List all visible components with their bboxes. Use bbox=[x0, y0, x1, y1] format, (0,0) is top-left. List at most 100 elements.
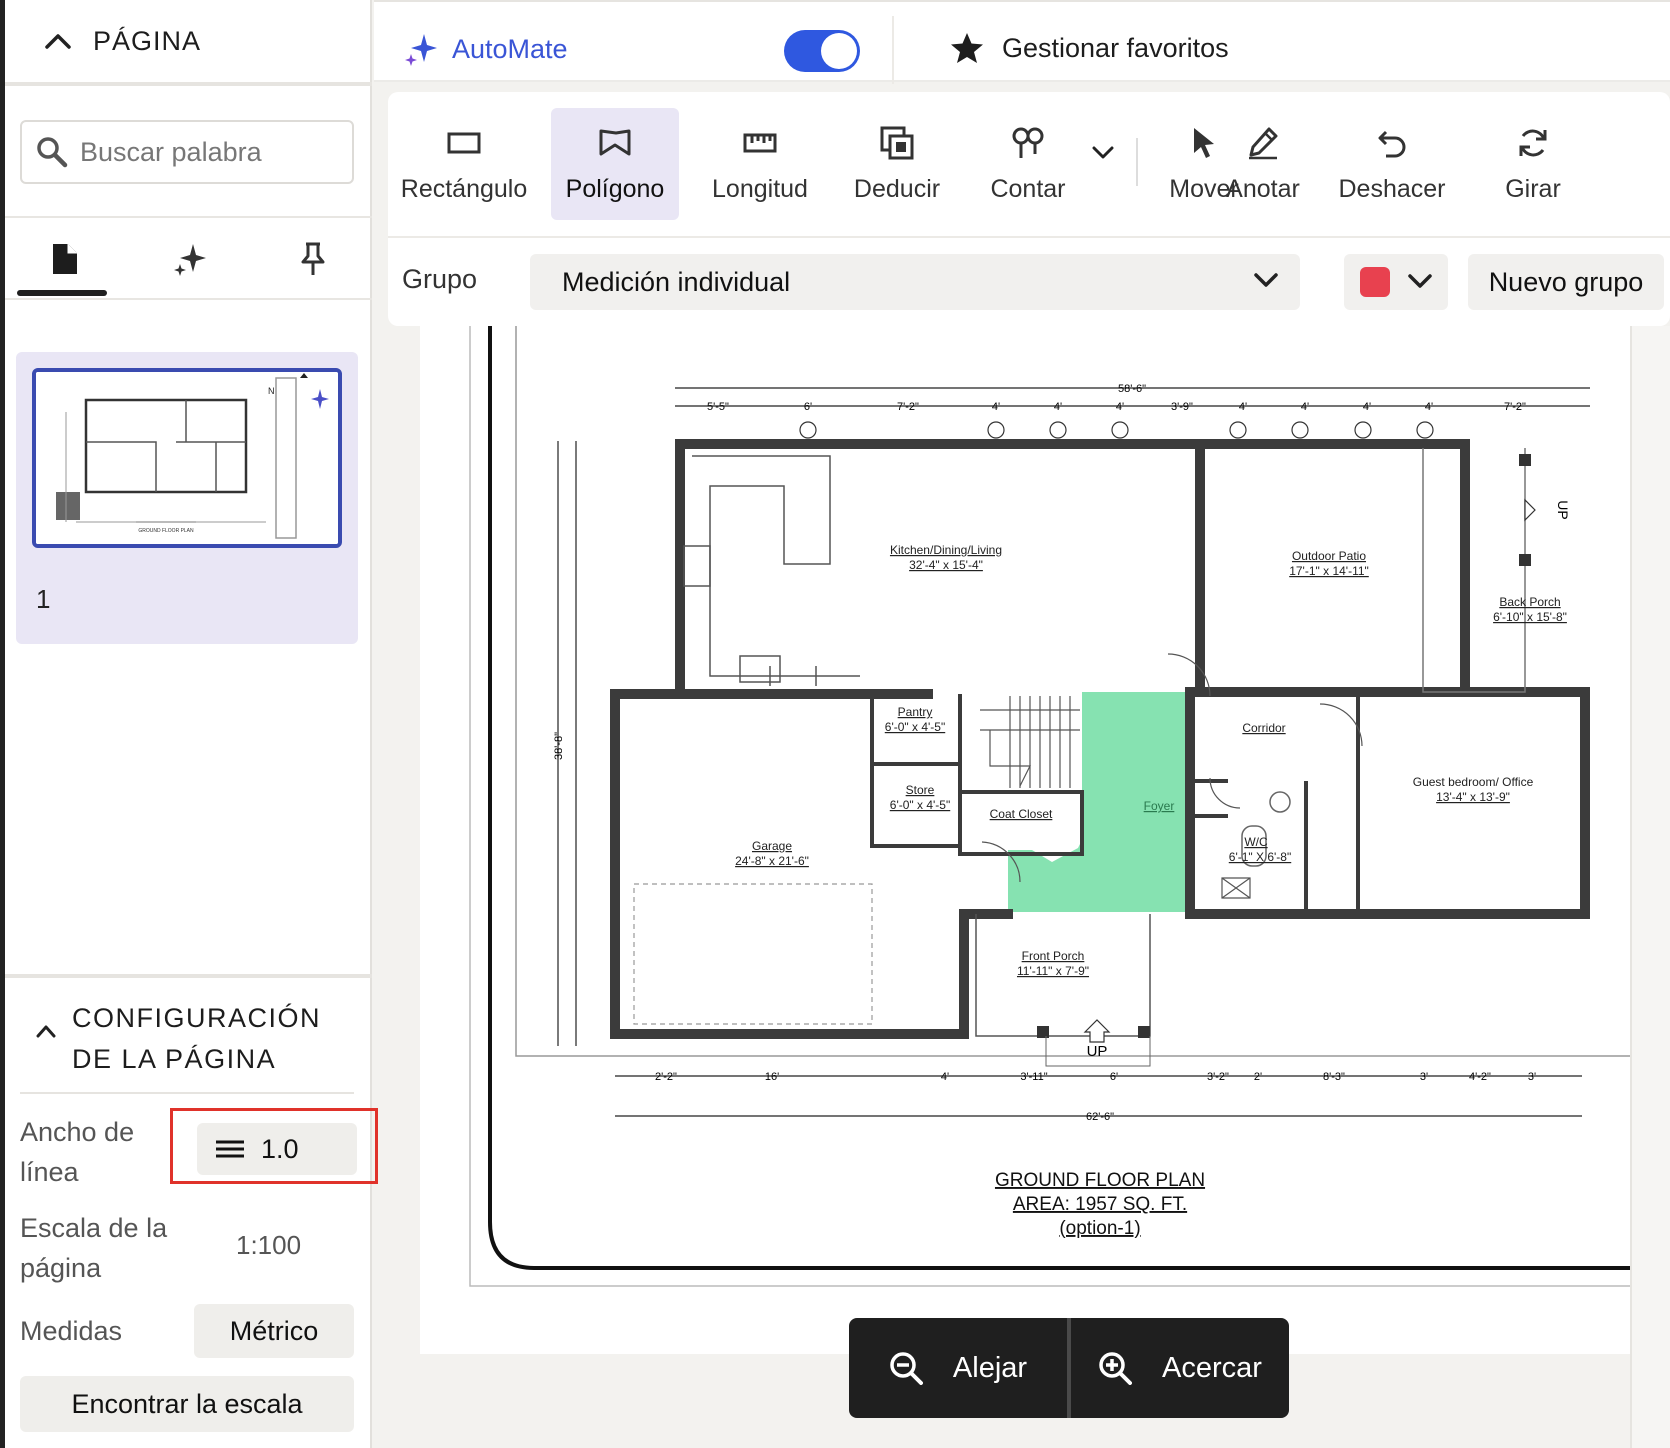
label-line: página bbox=[20, 1253, 102, 1283]
dim: 4' bbox=[992, 401, 1000, 413]
zoom-out-label: Alejar bbox=[952, 1351, 1028, 1384]
room-size: 6'-0" x 4'-5" bbox=[890, 798, 950, 812]
dim: 5'-5" bbox=[707, 401, 729, 413]
search-input[interactable]: Buscar palabra bbox=[20, 120, 354, 184]
dim: 2'-2" bbox=[655, 1071, 677, 1083]
tool-annotate-btn[interactable]: Anotar bbox=[1204, 108, 1322, 220]
zoom-in-label: Acercar bbox=[1162, 1351, 1262, 1384]
group-color-select[interactable] bbox=[1344, 254, 1448, 310]
divider bbox=[20, 1092, 354, 1094]
tool-label: Longitud bbox=[712, 174, 808, 203]
room-size: 32'-4" x 15'-4" bbox=[909, 558, 983, 572]
tool-label: Contar bbox=[990, 174, 1066, 203]
tool-label: Deshacer bbox=[1338, 174, 1446, 203]
page-thumbnail[interactable]: GROUND FLOOR PLAN N bbox=[32, 368, 342, 548]
page-card[interactable]: GROUND FLOOR PLAN N 1 bbox=[16, 352, 358, 644]
room-name: Garage bbox=[752, 839, 792, 853]
highlight-box: 1.0 bbox=[170, 1108, 378, 1184]
sidebar-tabs bbox=[5, 218, 372, 298]
chevron-up-icon bbox=[36, 1025, 56, 1038]
room-size: 17'-1" x 14'-11" bbox=[1289, 564, 1369, 578]
stair-label: UP bbox=[1087, 1043, 1108, 1060]
dim-bottom-total: 62'-6" bbox=[1086, 1111, 1114, 1123]
zoom-bar: Alejar Acercar bbox=[849, 1318, 1289, 1418]
automate-toggle[interactable] bbox=[784, 30, 860, 72]
divider bbox=[5, 974, 372, 978]
measures-label: Medidas bbox=[20, 1316, 123, 1346]
top-bar: AutoMate Gestionar favoritos bbox=[374, 0, 1670, 84]
dim: 3' bbox=[1420, 1071, 1428, 1083]
dim: 4' bbox=[1425, 401, 1433, 413]
label-line: Escala de la bbox=[20, 1213, 168, 1243]
sidebar: PÁGINA Buscar palabra GROUND FLOOR PLAN … bbox=[0, 0, 378, 1448]
find-scale-button[interactable]: Encontrar la escala bbox=[20, 1376, 354, 1432]
tool-rotate[interactable]: Girar bbox=[1478, 108, 1588, 220]
dim: 8'-3" bbox=[1323, 1071, 1345, 1083]
room-size: 11'-11" x 7'-9" bbox=[1017, 964, 1089, 978]
room-name: Front Porch bbox=[1022, 949, 1085, 963]
room-name: Guest bedroom/ Office bbox=[1413, 775, 1534, 789]
manage-favorites-button[interactable]: Gestionar favoritos bbox=[950, 32, 1229, 64]
tab-ai[interactable] bbox=[160, 234, 220, 284]
toggle-knob bbox=[821, 33, 857, 69]
document-icon bbox=[53, 244, 77, 274]
zoom-in-icon bbox=[1099, 1352, 1133, 1385]
tool-length[interactable]: Longitud bbox=[696, 108, 824, 220]
chevron-up-icon bbox=[45, 34, 71, 49]
tool-label: Anotar bbox=[1226, 174, 1300, 203]
tool-count[interactable]: Contar bbox=[968, 108, 1088, 220]
page-number: 1 bbox=[36, 584, 51, 614]
room-name: Pantry bbox=[898, 705, 933, 719]
sidebar-header[interactable]: PÁGINA bbox=[5, 0, 372, 86]
count-pins-icon bbox=[1012, 127, 1044, 158]
ruler-icon bbox=[743, 133, 777, 152]
dim: 4' bbox=[1301, 401, 1309, 413]
line-width-label: Ancho de línea bbox=[20, 1112, 134, 1192]
zoom-out-button[interactable]: Alejar bbox=[849, 1318, 1067, 1418]
svg-text:UP: UP bbox=[1555, 500, 1571, 519]
floor-plan-drawing: 58'-6" 5'-5" 6' 7'-2" 4' 4' 4' 3'-9" 4' … bbox=[469, 326, 1630, 1287]
dim: 2' bbox=[1254, 1071, 1262, 1083]
polygon-icon bbox=[599, 129, 631, 155]
dim: 4' bbox=[941, 1071, 949, 1083]
svg-text:GROUND FLOOR PLAN: GROUND FLOOR PLAN bbox=[138, 528, 194, 534]
rotate-icon bbox=[1519, 129, 1547, 156]
canvas-side-strip bbox=[1630, 326, 1670, 1448]
drawing-canvas[interactable]: 58'-6" 5'-5" 6' 7'-2" 4' 4' 4' 3'-9" 4' … bbox=[420, 326, 1630, 1354]
divider bbox=[5, 298, 372, 300]
search-icon bbox=[37, 137, 68, 168]
zoom-in-button[interactable]: Acercar bbox=[1071, 1318, 1289, 1418]
rectangle-icon bbox=[447, 132, 481, 153]
tool-rectangle[interactable]: Rectángulo bbox=[400, 108, 528, 220]
dim: 3'-2" bbox=[1207, 1071, 1229, 1083]
measures-selector[interactable]: Métrico bbox=[194, 1304, 354, 1358]
page-settings-title: CONFIGURACIÓN DE LA PÁGINA bbox=[72, 998, 321, 1080]
page-scale-label: Escala de la página bbox=[20, 1208, 167, 1288]
tool-undo[interactable]: Deshacer bbox=[1330, 108, 1454, 220]
tool-deduct[interactable]: Deducir bbox=[832, 108, 962, 220]
search-placeholder: Buscar palabra bbox=[80, 136, 262, 167]
room-name: Store bbox=[906, 783, 935, 797]
page-settings-title-line: CONFIGURACIÓN bbox=[72, 1003, 321, 1033]
tool-label: Rectángulo bbox=[400, 174, 528, 203]
chevron-down-icon[interactable] bbox=[1092, 146, 1114, 160]
undo-icon bbox=[1378, 130, 1406, 157]
room-name: Corridor bbox=[1242, 721, 1285, 735]
dim: 16' bbox=[765, 1071, 779, 1083]
room-name: W/C bbox=[1244, 835, 1268, 849]
tool-polygon[interactable]: Polígono bbox=[551, 108, 679, 220]
tab-pinned[interactable] bbox=[283, 234, 343, 284]
tab-pages[interactable] bbox=[35, 234, 95, 284]
line-width-selector[interactable]: 1.0 bbox=[197, 1123, 357, 1175]
dim-left-total: 38'-8" bbox=[553, 732, 565, 760]
group-label: Grupo bbox=[402, 264, 478, 294]
divider bbox=[388, 236, 1670, 238]
room-size: 6'-1" X 6'-8" bbox=[1229, 850, 1291, 864]
room-name: Foyer bbox=[1144, 799, 1175, 813]
group-select[interactable]: Medición individual bbox=[530, 254, 1300, 310]
tool-label: Girar bbox=[1505, 174, 1561, 203]
divider bbox=[1136, 138, 1138, 186]
automate-text: AutoMate bbox=[452, 33, 568, 64]
color-swatch bbox=[1360, 267, 1390, 297]
new-group-button[interactable]: Nuevo grupo bbox=[1468, 254, 1664, 310]
